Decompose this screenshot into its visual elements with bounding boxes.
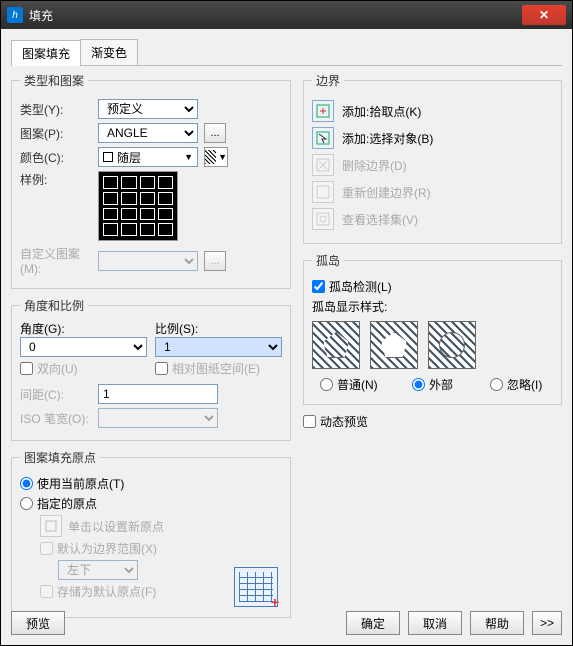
label-island-outer: 外部 xyxy=(429,376,453,393)
tab-gradient[interactable]: 渐变色 xyxy=(80,39,138,65)
label-scale: 比例(S): xyxy=(155,320,282,337)
recreate-boundary-icon xyxy=(312,181,334,203)
legend-type-pattern: 类型和图案 xyxy=(20,72,88,89)
label-view-selection: 查看选择集(V) xyxy=(342,211,418,228)
group-origin: 图案填充原点 使用当前原点(T) 指定的原点 单击以设置新原点 默认为边界范围(… xyxy=(11,449,291,618)
legend-islands: 孤岛 xyxy=(312,252,344,269)
pick-point-icon[interactable] xyxy=(312,100,334,122)
select-custom-pattern xyxy=(98,251,198,271)
close-button[interactable]: ✕ xyxy=(522,5,566,25)
radio-island-normal[interactable] xyxy=(320,378,333,391)
select-type[interactable]: 预定义 xyxy=(98,99,198,119)
pattern-browse-button[interactable]: ... xyxy=(204,123,226,143)
label-add-pick-point[interactable]: 添加:拾取点(K) xyxy=(342,103,421,120)
label-island-style: 孤岛显示样式: xyxy=(312,298,553,315)
dialog-window: h 填充 ✕ 图案填充 渐变色 类型和图案 类型(Y): 预定义 图案(P): xyxy=(0,0,573,646)
label-remove-boundary: 删除边界(D) xyxy=(342,157,407,174)
tab-pattern-fill[interactable]: 图案填充 xyxy=(11,40,81,66)
legend-angle-scale: 角度和比例 xyxy=(20,297,88,314)
label-custom-pattern: 自定义图案(M): xyxy=(20,245,92,276)
label-spacing: 间距(C): xyxy=(20,386,92,403)
group-type-pattern: 类型和图案 类型(Y): 预定义 图案(P): ANGLE ... 颜色(C): xyxy=(11,72,291,289)
legend-boundary: 边界 xyxy=(312,72,344,89)
color-swatch-icon xyxy=(103,152,113,162)
island-style-ignore[interactable] xyxy=(428,321,476,369)
group-boundary: 边界 添加:拾取点(K) 添加:选择对象(B) 删除边界(D) xyxy=(303,72,562,244)
label-island-detect: 孤岛检测(L) xyxy=(329,278,392,295)
select-origin-position: 左下 xyxy=(58,560,138,580)
checkbox-relative-paper[interactable] xyxy=(155,362,168,375)
select-color[interactable]: 随层 ▼ xyxy=(98,147,198,167)
radio-island-ignore[interactable] xyxy=(490,378,503,391)
label-dynamic-preview: 动态预览 xyxy=(320,413,368,430)
select-pattern[interactable]: ANGLE xyxy=(98,123,198,143)
custom-pattern-browse-button: ... xyxy=(204,251,226,271)
footer: 预览 确定 取消 帮助 >> xyxy=(11,611,562,635)
legend-origin: 图案填充原点 xyxy=(20,449,100,466)
ok-button[interactable]: 确定 xyxy=(346,611,400,635)
set-origin-icon xyxy=(40,515,62,537)
remove-boundary-icon xyxy=(312,154,334,176)
background-color-button[interactable]: ▼ xyxy=(204,147,228,167)
label-add-select-object[interactable]: 添加:选择对象(B) xyxy=(342,130,433,147)
checkbox-store-default xyxy=(40,585,53,598)
radio-specified-origin[interactable] xyxy=(20,497,33,510)
label-swatch: 样例: xyxy=(20,171,92,188)
label-specified-origin: 指定的原点 xyxy=(37,495,97,512)
window-title: 填充 xyxy=(29,7,522,24)
checkbox-bidirectional[interactable] xyxy=(20,362,33,375)
swatch-preview[interactable] xyxy=(98,171,178,241)
select-angle[interactable]: 0 xyxy=(20,337,147,357)
select-object-icon[interactable] xyxy=(312,127,334,149)
chevron-down-icon: ▼ xyxy=(184,152,193,162)
label-iso-pen: ISO 笔宽(O): xyxy=(20,410,92,427)
color-value: 随层 xyxy=(117,149,141,166)
cancel-button[interactable]: 取消 xyxy=(408,611,462,635)
expand-button[interactable]: >> xyxy=(532,611,562,635)
checkbox-dynamic-preview[interactable] xyxy=(303,415,316,428)
label-default-extents: 默认为边界范围(X) xyxy=(57,540,157,557)
label-island-ignore: 忽略(I) xyxy=(507,376,542,393)
label-bidirectional: 双向(U) xyxy=(37,360,78,377)
label-relative-paper: 相对图纸空间(E) xyxy=(172,360,260,377)
hatch-icon xyxy=(205,150,216,164)
radio-use-current-origin[interactable] xyxy=(20,477,33,490)
select-scale[interactable]: 1 xyxy=(155,337,282,357)
chevron-down-icon: ▼ xyxy=(218,152,227,162)
label-color: 颜色(C): xyxy=(20,149,92,166)
label-island-normal: 普通(N) xyxy=(337,376,378,393)
checkbox-island-detect[interactable] xyxy=(312,280,325,293)
titlebar[interactable]: h 填充 ✕ xyxy=(1,1,572,29)
label-use-current-origin: 使用当前原点(T) xyxy=(37,475,124,492)
client-area: 图案填充 渐变色 类型和图案 类型(Y): 预定义 图案(P): ANGLE .… xyxy=(1,29,572,645)
label-recreate-boundary: 重新创建边界(R) xyxy=(342,184,431,201)
radio-island-outer[interactable] xyxy=(412,378,425,391)
preview-button[interactable]: 预览 xyxy=(11,611,65,635)
label-angle: 角度(G): xyxy=(20,320,147,337)
help-button[interactable]: 帮助 xyxy=(470,611,524,635)
label-click-set-origin: 单击以设置新原点 xyxy=(68,518,164,535)
view-selection-icon xyxy=(312,208,334,230)
label-pattern: 图案(P): xyxy=(20,125,92,142)
checkbox-default-extents xyxy=(40,542,53,555)
origin-preview-icon xyxy=(234,567,278,607)
label-type: 类型(Y): xyxy=(20,101,92,118)
group-angle-scale: 角度和比例 角度(G): 0 比例(S): 1 双向(U) 相对图纸空 xyxy=(11,297,291,441)
island-style-outer[interactable] xyxy=(370,321,418,369)
tab-strip: 图案填充 渐变色 xyxy=(11,39,562,66)
input-spacing[interactable] xyxy=(98,384,218,404)
island-style-normal[interactable] xyxy=(312,321,360,369)
app-icon: h xyxy=(7,7,23,23)
label-store-default: 存储为默认原点(F) xyxy=(57,583,156,600)
group-islands: 孤岛 孤岛检测(L) 孤岛显示样式: 普通(N) 外部 忽略(I) xyxy=(303,252,562,405)
select-iso-pen xyxy=(98,408,218,428)
